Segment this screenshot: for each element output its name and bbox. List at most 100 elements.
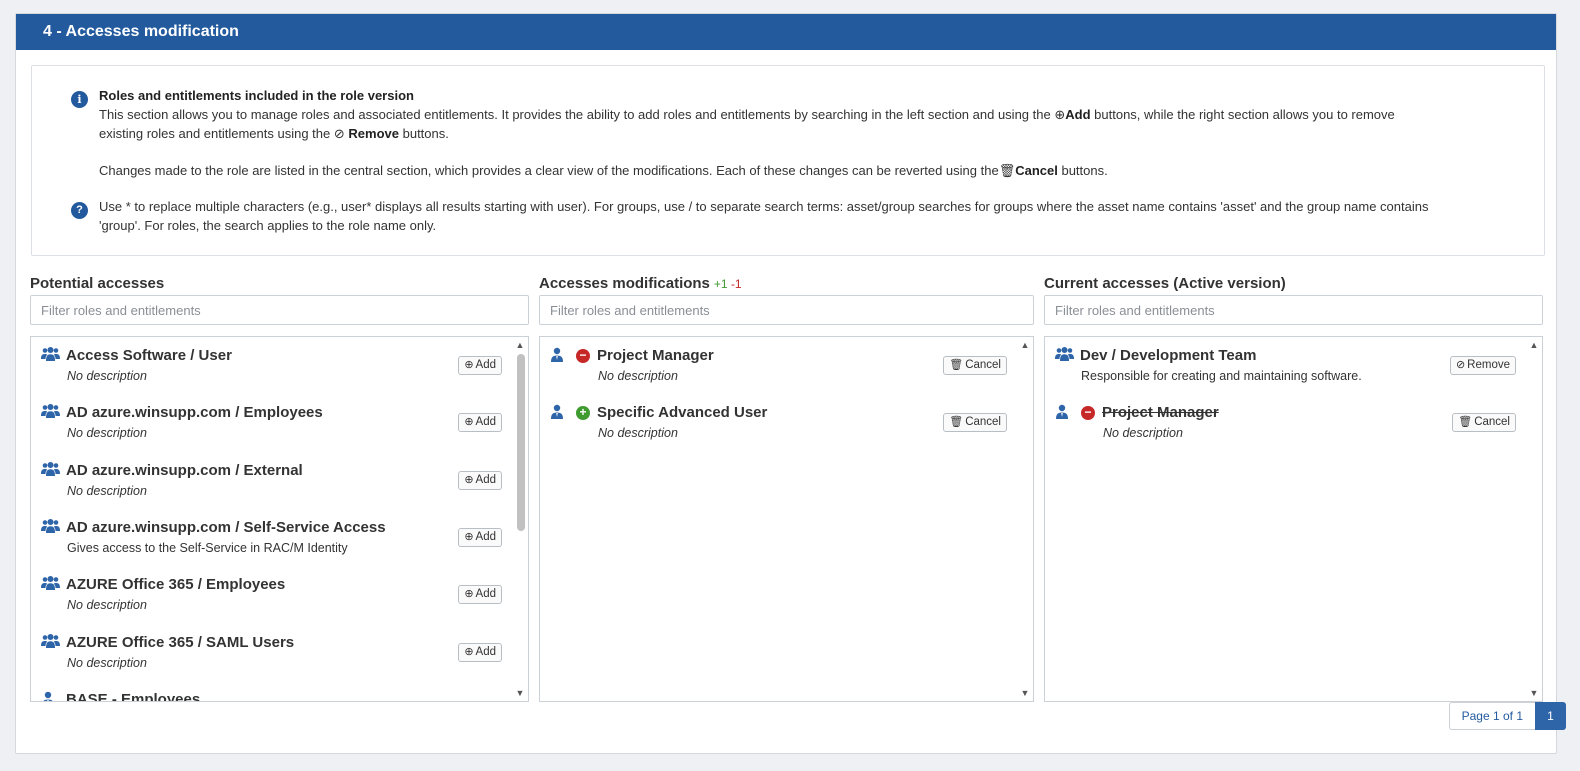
cancel-button[interactable]: 🗑 Cancel: [943, 413, 1007, 433]
group-icon: [41, 461, 60, 481]
info-box: i Roles and entitlements included in the…: [31, 65, 1545, 256]
add-button[interactable]: ⊕ Add: [458, 642, 502, 662]
trash-icon: 🗑: [949, 416, 964, 429]
button-label: Add: [475, 473, 496, 486]
item-name: Project Manager: [1102, 404, 1219, 422]
button-label: Add: [475, 645, 496, 658]
scroll-down-arrow[interactable]: ▼: [1529, 688, 1539, 698]
plus-circle-icon: ⊕: [464, 588, 474, 601]
scroll-up-arrow[interactable]: ▲: [1020, 340, 1030, 350]
trash-icon: 🗑: [949, 359, 964, 371]
info-line-3: Changes made to the role are listed in t…: [99, 163, 1108, 178]
item-name: AZURE Office 365 / SAML Users: [66, 633, 295, 651]
plus-circle-icon: ⊕: [464, 473, 474, 486]
removed-count: -1: [730, 277, 742, 291]
item-name: Access Software / User: [66, 347, 232, 364]
scroll-down-arrow[interactable]: ▼: [515, 688, 525, 698]
potential-filter-input[interactable]: [30, 295, 529, 325]
list-item: AD azure.winsupp.com / External No descri…: [41, 452, 502, 502]
ban-icon: ⊘: [333, 126, 345, 141]
user-icon: [550, 404, 564, 425]
user-icon: [41, 691, 55, 701]
plus-circle-icon: ⊕: [464, 530, 474, 543]
info-line-1: This section allows you to manage roles …: [99, 107, 1395, 122]
add-button[interactable]: ⊕ Add: [458, 413, 502, 433]
potential-accesses-column: Potential accesses ▲ ▼ Access Software /…: [30, 273, 529, 702]
plus-circle-icon: ⊕: [464, 359, 474, 371]
cancel-button[interactable]: 🗑 Cancel: [1452, 413, 1516, 433]
info-heading: Roles and entitlements included in the r…: [99, 88, 414, 103]
pagination: Page 1 of 1 1: [1448, 702, 1566, 730]
item-name: Project Manager: [597, 347, 714, 364]
page-info: Page 1 of 1: [1448, 702, 1535, 730]
item-description: No description: [598, 426, 678, 441]
button-label: Cancel: [965, 416, 1001, 429]
plus-circle-icon: ⊕: [464, 416, 474, 429]
list-item: AZURE Office 365 / SAML Users No descript…: [41, 624, 502, 674]
user-icon: [1055, 404, 1069, 425]
item-description: No description: [598, 369, 678, 383]
plus-circle-icon: ⊕: [1054, 107, 1066, 122]
list-item: AD azure.winsupp.com / Self-Service Acce…: [41, 509, 502, 559]
add-button[interactable]: ⊕ Add: [458, 527, 502, 547]
group-icon: [41, 347, 60, 366]
scroll-up-arrow[interactable]: ▲: [1529, 340, 1539, 350]
potential-accesses-title: Potential accesses: [30, 275, 165, 292]
trash-icon: 🗑: [998, 163, 1016, 178]
list-item: BASE - Employees: [41, 681, 502, 701]
button-label: Add: [475, 416, 496, 429]
accesses-modifications-column: Accesses modifications+1 -1 ▲ ▼ −Project…: [539, 273, 1034, 702]
add-button[interactable]: ⊕ Add: [458, 356, 502, 375]
potential-accesses-list[interactable]: ▲ ▼ Access Software / User No description…: [30, 336, 529, 702]
current-accesses-title: Current accesses (Active version): [1044, 275, 1286, 292]
user-icon: [550, 347, 564, 368]
item-description: No description: [1103, 426, 1183, 441]
section-header: 4 - Accesses modification: [16, 14, 1556, 50]
group-icon: [41, 576, 60, 595]
add-button[interactable]: ⊕ Add: [458, 585, 502, 605]
button-label: Cancel: [965, 359, 1001, 371]
group-icon: [41, 633, 60, 653]
remove-button[interactable]: ⊘ Remove: [1449, 356, 1516, 375]
item-name: AD azure.winsupp.com / Self-Service Acce…: [66, 518, 386, 536]
button-label: Remove: [1467, 359, 1510, 371]
scroll-up-arrow[interactable]: ▲: [515, 340, 525, 350]
group-icon: [41, 404, 60, 423]
item-description: Responsible for creating and maintaining…: [1081, 369, 1362, 383]
item-name: AD azure.winsupp.com / External: [66, 461, 303, 479]
item-description: No description: [67, 598, 147, 613]
list-item: + Specific Advanced User No description 🗑 Ca…: [550, 394, 1007, 444]
item-description: No description: [67, 655, 147, 670]
scrollbar-thumb[interactable]: [517, 354, 525, 531]
plus-circle-icon: ⊕: [464, 645, 474, 658]
item-description: No description: [67, 483, 147, 498]
button-label: Add: [475, 530, 496, 543]
group-icon: [1055, 347, 1074, 366]
item-name: AZURE Office 365 / Employees: [66, 576, 286, 594]
modifications-filter-input[interactable]: [539, 295, 1034, 325]
item-description: No description: [67, 369, 147, 383]
list-item: − Project Manager No description 🗑 Cancel: [1055, 394, 1516, 444]
list-item: AZURE Office 365 / Employees No descripti…: [41, 566, 502, 616]
item-name: Specific Advanced User: [597, 404, 768, 422]
button-label: Add: [475, 588, 496, 601]
list-item: Access Software / User No description ⊕ Add: [41, 337, 502, 387]
item-name: AD azure.winsupp.com / Employees: [66, 404, 323, 422]
added-status-icon: +: [576, 406, 590, 421]
current-filter-input[interactable]: [1044, 295, 1543, 325]
scroll-down-arrow[interactable]: ▼: [1020, 688, 1030, 698]
list-item: Dev / Development Team Responsible for cr…: [1055, 337, 1516, 387]
list-item: − Project Manager No description 🗑 Cancel: [550, 337, 1007, 387]
add-button[interactable]: ⊕ Add: [458, 470, 502, 490]
help-icon: ?: [71, 202, 88, 219]
item-description: Gives access to the Self-Service in RAC/…: [67, 540, 348, 555]
page-1-button[interactable]: 1: [1535, 702, 1566, 730]
info-line-2: existing roles and entitlements using th…: [99, 126, 449, 141]
current-accesses-list[interactable]: ▲ ▼ Dev / Development Team Responsible fo…: [1044, 336, 1543, 702]
cancel-button[interactable]: 🗑 Cancel: [943, 356, 1007, 375]
accesses-modifications-list[interactable]: ▲ ▼ − Project Manager No description 🗑 Cance…: [539, 336, 1034, 702]
trash-icon: 🗑: [1458, 416, 1473, 429]
button-label: Add: [475, 359, 496, 371]
added-count: +1: [713, 277, 728, 291]
removed-status-icon: −: [1081, 406, 1095, 421]
